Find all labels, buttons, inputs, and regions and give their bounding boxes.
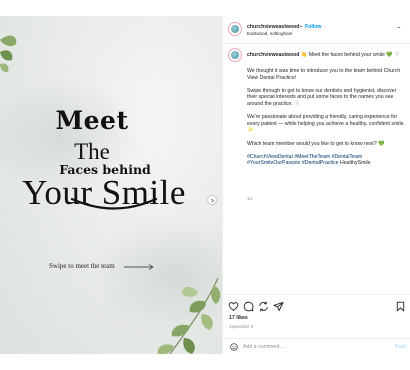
action-icons	[228, 301, 406, 313]
avatar[interactable]	[228, 48, 242, 62]
comment-icon[interactable]	[243, 301, 254, 312]
caption-area: churchvieweastwood 👋 Meet the faces behi…	[223, 44, 410, 310]
leaf-icon	[157, 277, 221, 354]
next-slide-button[interactable]	[207, 195, 217, 205]
post-image[interactable]: Meet The Faces behind Your Smile Swipe t…	[0, 16, 222, 354]
more-options-button[interactable]: ...	[397, 23, 401, 30]
send-icon[interactable]	[273, 301, 284, 312]
header-username[interactable]: churchvieweastwood	[247, 24, 299, 30]
caption-headline-text: 👋 Meet the faces behind your smile 💚 🦷	[300, 52, 401, 58]
caption-body: We thought it was time to introduce you …	[247, 68, 407, 167]
like-count[interactable]: 17 likes	[229, 315, 248, 321]
emoji-icon[interactable]	[230, 343, 238, 351]
comment-input[interactable]	[243, 342, 383, 352]
arrow-right-icon	[124, 264, 154, 270]
caption-paragraph: Swipe through to get to know our dentist…	[247, 87, 397, 107]
headline-meet: Meet	[55, 106, 129, 135]
post-date: September 8	[229, 324, 253, 329]
leaf-icon	[0, 35, 17, 73]
instagram-post: Meet The Faces behind Your Smile Swipe t…	[0, 16, 410, 354]
caption-username[interactable]: churchvieweastwood	[247, 52, 299, 58]
post-header: churchvieweastwood • Follow Eastwood, no…	[223, 16, 410, 44]
follow-button[interactable]: Follow	[305, 24, 321, 30]
caption-paragraph: We're passionate about providing a frien…	[247, 114, 405, 134]
chevron-right-icon	[210, 197, 214, 203]
bookmark-icon[interactable]	[395, 301, 406, 312]
swipe-hint: Swipe to meet the team	[49, 262, 115, 270]
avatar-logo	[231, 51, 239, 59]
smile-curve-icon	[70, 197, 158, 210]
action-bar: 17 likes September 8	[223, 294, 410, 338]
caption-headline: churchvieweastwood 👋 Meet the faces behi…	[247, 51, 405, 59]
hashtag-trailing-text: HealthySmile	[339, 160, 371, 167]
caption-paragraph: Which team member would you like to get …	[247, 140, 385, 147]
post-comment-button[interactable]: Post	[395, 344, 406, 350]
share-icon[interactable]	[258, 301, 269, 312]
location-link[interactable]: Eastwood, nottingham	[247, 31, 292, 36]
avatar-logo	[231, 25, 239, 33]
avatar[interactable]	[228, 22, 242, 36]
caption-paragraph: We thought it was time to introduce you …	[247, 68, 401, 81]
post-details-panel: churchvieweastwood • Follow Eastwood, no…	[222, 16, 410, 354]
caption-timestamp: 1w	[247, 196, 253, 201]
comment-bar: Post	[223, 338, 410, 354]
header-separator: •	[300, 24, 302, 30]
heart-icon[interactable]	[228, 301, 239, 312]
